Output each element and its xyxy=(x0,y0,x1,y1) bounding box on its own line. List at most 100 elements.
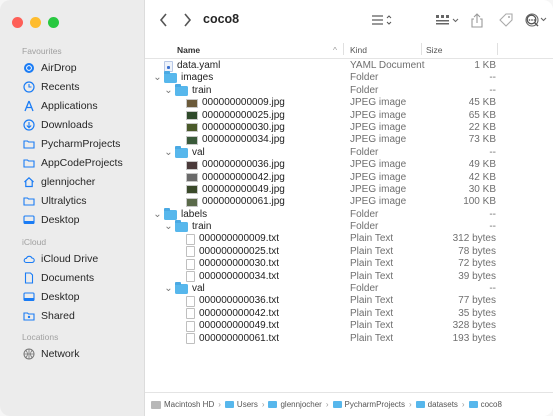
view-mode-button[interactable] xyxy=(371,11,393,29)
sidebar-item-label: Recents xyxy=(41,80,80,93)
disclosure-chevron-icon[interactable]: ⌄ xyxy=(153,209,162,219)
path-item[interactable]: Users xyxy=(224,400,258,409)
file-kind: Folder xyxy=(350,283,379,295)
file-row[interactable]: 000000000025.txt Plain Text 78 bytes xyxy=(145,246,553,258)
group-button[interactable] xyxy=(435,11,461,29)
file-name: train xyxy=(192,221,212,233)
sidebar-item-recents[interactable]: Recents xyxy=(0,77,145,96)
path-item-label: coco8 xyxy=(480,400,502,409)
column-size[interactable]: Size xyxy=(426,45,443,55)
disclosure-chevron-icon[interactable]: ⌄ xyxy=(164,284,173,294)
minimize-window-button[interactable] xyxy=(30,17,41,28)
disclosure-chevron-icon[interactable]: ⌄ xyxy=(164,222,173,232)
folder-row[interactable]: ⌄ images Folder -- xyxy=(145,71,553,84)
file-name: 000000000042.txt xyxy=(199,307,280,319)
folder-icon xyxy=(268,401,278,408)
path-item[interactable]: Macintosh HD xyxy=(151,400,214,409)
sidebar-item-desktop[interactable]: Desktop xyxy=(0,287,145,306)
sidebar-item-label: iCloud Drive xyxy=(41,252,99,265)
file-kind: Plain Text xyxy=(350,332,394,344)
sidebar-item-shared[interactable]: Shared xyxy=(0,306,145,325)
file-kind: Plain Text xyxy=(350,295,394,307)
file-name: 000000000030.jpg xyxy=(202,121,285,133)
column-name[interactable]: Name xyxy=(177,45,200,55)
forward-button[interactable] xyxy=(183,11,192,29)
path-item[interactable]: glennjocher xyxy=(268,400,322,409)
sidebar-item-desktop[interactable]: Desktop xyxy=(0,210,145,229)
file-row[interactable]: 000000000042.txt Plain Text 35 bytes xyxy=(145,308,553,320)
file-row[interactable]: 000000000036.txt Plain Text 77 bytes xyxy=(145,295,553,307)
close-window-button[interactable] xyxy=(12,17,23,28)
file-row[interactable]: data.yaml YAML Document 1 KB xyxy=(145,60,553,72)
disclosure-chevron-icon[interactable]: ⌄ xyxy=(164,85,173,95)
column-header: Name ^ Kind Size xyxy=(145,40,553,59)
file-kind: Folder xyxy=(350,221,379,233)
file-row[interactable]: 000000000030.txt Plain Text 72 bytes xyxy=(145,258,553,270)
file-kind: Plain Text xyxy=(350,245,394,257)
path-bar: Macintosh HD › Users › glennjocher › PycharmPr… xyxy=(145,392,553,416)
path-item[interactable]: datasets xyxy=(415,400,458,409)
folder-icon xyxy=(22,137,35,150)
sidebar-item-label: AirDrop xyxy=(41,61,77,74)
path-separator-icon: › xyxy=(325,400,329,409)
sidebar-item-documents[interactable]: Documents xyxy=(0,268,145,287)
file-row[interactable]: 000000000009.txt Plain Text 312 bytes xyxy=(145,233,553,245)
path-item[interactable]: coco8 xyxy=(468,400,502,409)
back-button[interactable] xyxy=(159,11,168,29)
file-size: -- xyxy=(489,221,496,233)
file-kind: Folder xyxy=(350,84,379,96)
disclosure-chevron-icon[interactable]: ⌄ xyxy=(153,73,162,83)
image-thumbnail-icon xyxy=(186,197,198,207)
file-row[interactable]: 000000000009.jpg JPEG image 45 KB xyxy=(145,97,553,109)
file-row[interactable]: 000000000049.jpg JPEG image 30 KB xyxy=(145,184,553,196)
sidebar-item-network[interactable]: Network xyxy=(0,344,145,363)
sidebar-section-icloud: iCloud iCloud Drive Documents Desktop Shared xyxy=(0,235,145,325)
search-button[interactable] xyxy=(526,11,539,29)
column-kind[interactable]: Kind xyxy=(350,45,367,55)
disclosure-chevron-icon[interactable]: ⌄ xyxy=(164,147,173,157)
sidebar-item-glennjocher[interactable]: glennjocher xyxy=(0,172,145,191)
folder-row[interactable]: ⌄ val Folder -- xyxy=(145,282,553,295)
sidebar-item-applications[interactable]: Applications xyxy=(0,96,145,115)
zoom-window-button[interactable] xyxy=(48,17,59,28)
folder-row[interactable]: ⌄ train Folder -- xyxy=(145,220,553,233)
file-row[interactable]: 000000000061.jpg JPEG image 100 KB xyxy=(145,196,553,208)
folder-row[interactable]: ⌄ labels Folder -- xyxy=(145,207,553,221)
file-row[interactable]: 000000000042.jpg JPEG image 42 KB xyxy=(145,172,553,184)
folder-row[interactable]: ⌄ val Folder -- xyxy=(145,145,553,159)
sidebar-item-ultralytics[interactable]: Ultralytics xyxy=(0,191,145,210)
file-name: images xyxy=(181,72,214,84)
file-kind: JPEG image xyxy=(350,196,407,208)
toolbar: coco8 xyxy=(145,0,553,40)
sidebar-item-downloads[interactable]: Downloads xyxy=(0,115,145,134)
file-row[interactable]: 000000000061.txt Plain Text 193 bytes xyxy=(145,333,553,345)
file-size: 22 KB xyxy=(468,121,496,133)
folder-icon xyxy=(175,83,188,96)
file-name: 000000000061.jpg xyxy=(202,196,285,208)
file-row[interactable]: 000000000030.jpg JPEG image 22 KB xyxy=(145,122,553,134)
path-separator-icon: › xyxy=(261,400,265,409)
file-size: 65 KB xyxy=(468,109,496,121)
file-row[interactable]: 000000000036.jpg JPEG image 49 KB xyxy=(145,159,553,171)
file-size: 42 KB xyxy=(468,171,496,183)
file-row[interactable]: 000000000034.jpg JPEG image 73 KB xyxy=(145,134,553,146)
sidebar-item-airdrop[interactable]: AirDrop xyxy=(0,58,145,77)
file-name: 000000000049.txt xyxy=(199,320,280,332)
share-button[interactable] xyxy=(471,11,483,29)
sidebar-item-icloud-drive[interactable]: iCloud Drive xyxy=(0,249,145,268)
file-kind: Folder xyxy=(350,146,379,158)
sidebar-item-appcodeprojects[interactable]: AppCodeProjects xyxy=(0,153,145,172)
file-size: 312 bytes xyxy=(452,233,496,245)
tag-button[interactable] xyxy=(499,11,513,29)
file-kind: JPEG image xyxy=(350,171,407,183)
file-row[interactable]: 000000000049.txt Plain Text 328 bytes xyxy=(145,320,553,332)
file-row[interactable]: 000000000034.txt Plain Text 39 bytes xyxy=(145,271,553,283)
path-item[interactable]: PycharmProjects xyxy=(332,400,405,409)
folder-row[interactable]: ⌄ train Folder -- xyxy=(145,83,553,97)
sidebar-item-pycharmprojects[interactable]: PycharmProjects xyxy=(0,134,145,153)
file-name: 000000000034.txt xyxy=(199,270,280,282)
file-kind: Plain Text xyxy=(350,320,394,332)
chevron-left-icon xyxy=(159,13,167,27)
file-row[interactable]: 000000000025.jpg JPEG image 65 KB xyxy=(145,110,553,122)
file-size: -- xyxy=(489,84,496,96)
